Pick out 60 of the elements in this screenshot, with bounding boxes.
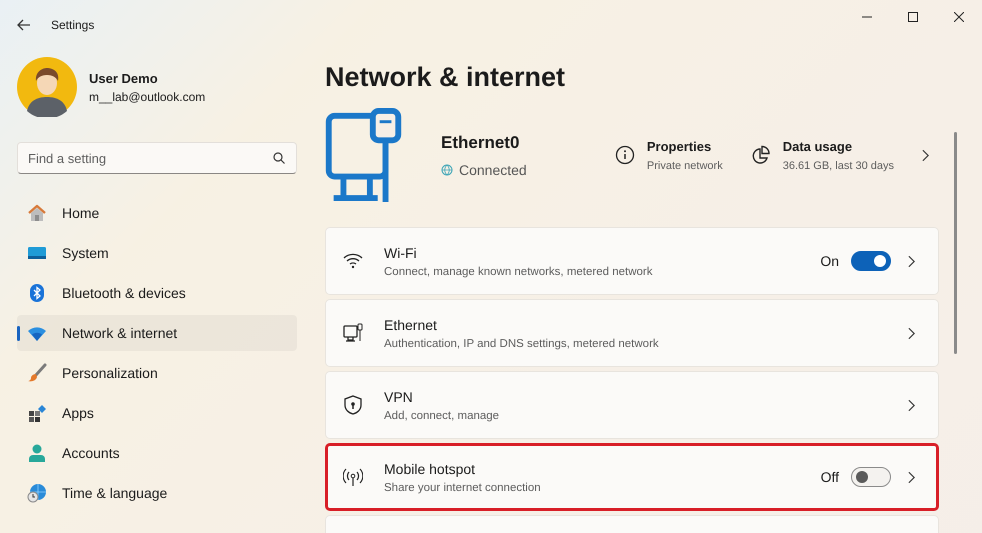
toggle-switch[interactable]: [851, 251, 891, 271]
close-icon[interactable]: [954, 12, 964, 22]
avatar-icon: [17, 57, 77, 117]
sidebar-item[interactable]: Bluetooth & devices: [17, 275, 297, 311]
toggle-label: On: [820, 253, 839, 269]
setting-card[interactable]: Wi-Fi Connect, manage known networks, metered network On: [325, 227, 939, 295]
maximize-icon[interactable]: [908, 12, 918, 22]
search-field[interactable]: Find a setting: [17, 142, 297, 174]
setting-card[interactable]: VPN Add, connect, manage: [325, 371, 939, 439]
accounts-icon: [27, 443, 47, 463]
sidebar-item[interactable]: System: [17, 235, 297, 271]
chevron-right-icon[interactable]: [908, 326, 915, 340]
setting-title: VPN: [384, 388, 414, 404]
scrollbar[interactable]: [954, 132, 957, 354]
back-arrow-icon[interactable]: [17, 19, 31, 31]
home-icon: [27, 203, 47, 223]
shield-icon: [343, 395, 363, 415]
properties-label[interactable]: Properties: [646, 138, 723, 154]
search-icon: [273, 152, 285, 164]
connection-name: Ethernet0: [441, 132, 520, 152]
info-icon[interactable]: [614, 145, 635, 165]
time-icon: [27, 483, 47, 503]
window-title: Settings: [51, 18, 94, 32]
brush-icon: [27, 363, 47, 383]
page-title: Network & internet: [325, 61, 566, 94]
toggle-label: Off: [820, 469, 839, 485]
antenna-icon: [343, 467, 363, 487]
apps-icon: [27, 403, 47, 423]
bluetooth-icon: [27, 283, 47, 303]
sidebar-item[interactable]: Time & language: [17, 475, 297, 511]
sidebar-item[interactable]: Home: [17, 195, 297, 231]
toggle-switch[interactable]: [851, 467, 891, 487]
account-name: User Demo: [89, 70, 159, 86]
sidebar-item[interactable]: Apps: [17, 395, 297, 431]
setting-description: Add, connect, manage: [384, 410, 500, 422]
monitor-icon: [343, 323, 363, 343]
setting-description: Share your internet connection: [384, 482, 542, 494]
setting-description: Connect, manage known networks, metered network: [384, 266, 654, 278]
sidebar-item[interactable]: Network & internet: [17, 315, 297, 351]
chevron-right-icon[interactable]: [922, 148, 929, 162]
connection-status: Connected: [459, 162, 527, 178]
data-usage-label[interactable]: Data usage: [782, 138, 894, 154]
wifi-icon: [343, 251, 363, 271]
chevron-right-icon[interactable]: [908, 470, 915, 484]
setting-description: Authentication, IP and DNS settings, metered network: [384, 338, 660, 350]
account-email: m__lab@outlook.com: [89, 90, 206, 104]
sidebar-item[interactable]: Accounts: [17, 435, 297, 471]
sidebar-item[interactable]: Personalization: [17, 355, 297, 391]
properties-detail: Private network: [646, 160, 723, 172]
chevron-right-icon[interactable]: [908, 254, 915, 268]
setting-title: Wi-Fi: [384, 244, 418, 260]
globe-icon: [441, 164, 453, 176]
setting-title: Mobile hotspot: [384, 460, 476, 476]
setting-card[interactable]: Mobile hotspot Share your internet connection Off: [325, 443, 939, 511]
chevron-right-icon[interactable]: [908, 398, 915, 412]
pie-chart-icon[interactable]: [750, 145, 771, 165]
data-usage-detail: 36.61 GB, last 30 days: [782, 160, 894, 172]
ethernet-monitor-icon: [325, 108, 403, 202]
setting-card[interactable]: Ethernet Authentication, IP and DNS settings, metered network: [325, 299, 939, 367]
setting-title: Ethernet: [384, 316, 438, 332]
